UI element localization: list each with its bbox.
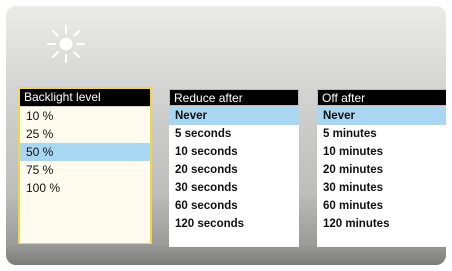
- off-option-5m[interactable]: 5 minutes: [317, 125, 446, 143]
- backlight-option-75[interactable]: 75 %: [20, 161, 150, 179]
- off-option-60m[interactable]: 60 minutes: [317, 197, 446, 215]
- reduce-option-120s[interactable]: 120 seconds: [169, 215, 299, 233]
- off-after-list[interactable]: Off after Never 5 minutes 10 minutes 20 …: [317, 89, 446, 247]
- backlight-option-10[interactable]: 10 %: [20, 107, 150, 125]
- backlight-settings-screen: Backlight level 10 % 25 % 50 % 75 % 100 …: [6, 6, 446, 265]
- reduce-option-20s[interactable]: 20 seconds: [169, 161, 299, 179]
- backlight-option-50[interactable]: 50 %: [20, 143, 150, 161]
- reduce-after-title: Reduce after: [169, 89, 299, 106]
- backlight-level-options: 10 % 25 % 50 % 75 % 100 %: [20, 107, 150, 243]
- off-option-10m[interactable]: 10 minutes: [317, 143, 446, 161]
- reduce-after-list[interactable]: Reduce after Never 5 seconds 10 seconds …: [169, 89, 299, 247]
- reduce-option-10s[interactable]: 10 seconds: [169, 143, 299, 161]
- backlight-level-list[interactable]: Backlight level 10 % 25 % 50 % 75 % 100 …: [18, 87, 152, 244]
- reduce-option-30s[interactable]: 30 seconds: [169, 179, 299, 197]
- backlight-level-title: Backlight level: [20, 89, 150, 106]
- reduce-option-60s[interactable]: 60 seconds: [169, 197, 299, 215]
- off-after-options: Never 5 minutes 10 minutes 20 minutes 30…: [317, 107, 446, 247]
- reduce-option-never[interactable]: Never: [169, 107, 299, 125]
- backlight-option-25[interactable]: 25 %: [20, 125, 150, 143]
- reduce-option-5s[interactable]: 5 seconds: [169, 125, 299, 143]
- off-option-20m[interactable]: 20 minutes: [317, 161, 446, 179]
- backlight-option-100[interactable]: 100 %: [20, 179, 150, 197]
- off-after-title: Off after: [317, 89, 446, 106]
- reduce-after-options: Never 5 seconds 10 seconds 20 seconds 30…: [169, 107, 299, 247]
- off-option-never[interactable]: Never: [317, 107, 446, 125]
- brightness-icon: [47, 25, 85, 63]
- off-option-120m[interactable]: 120 minutes: [317, 215, 446, 233]
- off-option-30m[interactable]: 30 minutes: [317, 179, 446, 197]
